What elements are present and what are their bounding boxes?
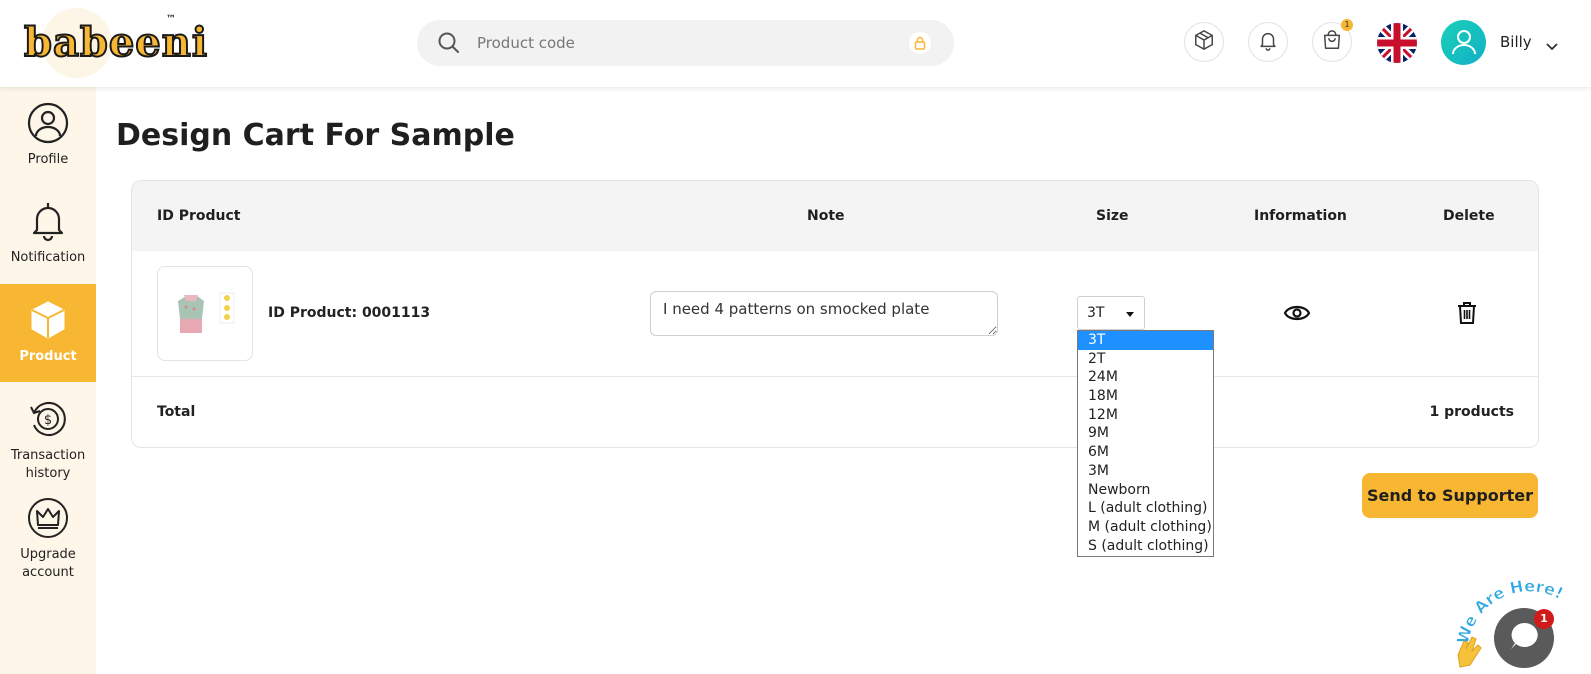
column-header-id-product: ID Product [157, 208, 241, 224]
sidebar-item-product[interactable]: Product [0, 284, 96, 382]
sidebar-item-label: Upgrade account [20, 547, 76, 580]
size-option[interactable]: Newborn [1078, 481, 1213, 500]
size-option[interactable]: L (adult clothing) [1078, 499, 1213, 518]
size-option[interactable]: S (adult clothing) [1078, 537, 1213, 556]
top-header: babeeni ™ 1 [0, 0, 1591, 87]
sidebar-item-profile[interactable]: Profile [0, 87, 96, 185]
size-option[interactable]: M (adult clothing) [1078, 518, 1213, 537]
user-icon [1449, 26, 1479, 60]
column-header-information: Information [1254, 208, 1347, 224]
sidebar: Profile Notification Product $ Transacti… [0, 87, 96, 674]
package-icon [1193, 29, 1215, 55]
total-label: Total [157, 404, 196, 420]
cart-count-badge: 1 [1341, 19, 1353, 31]
crown-icon [26, 496, 70, 540]
sidebar-item-upgrade-account[interactable]: Upgrade account [0, 482, 96, 580]
sidebar-item-label: Transaction history [10, 448, 86, 481]
eye-icon[interactable] [1283, 302, 1311, 324]
bell-icon [1257, 29, 1279, 55]
cart-table: ID Product Note Size Information Delete … [131, 180, 1539, 448]
brand-logo[interactable]: babeeni ™ [14, 8, 208, 78]
column-header-note: Note [807, 208, 845, 224]
chat-widget[interactable]: We Are Here! 1 [1450, 575, 1591, 674]
size-option[interactable]: 9M [1078, 424, 1213, 443]
chat-unread-badge: 1 [1534, 609, 1554, 629]
column-header-size: Size [1096, 208, 1129, 224]
cart-button[interactable]: 1 [1312, 19, 1353, 62]
user-name[interactable]: Billy [1500, 33, 1532, 51]
logo-trademark: ™ [166, 14, 176, 25]
size-dropdown-list: 3T 2T 24M 18M 12M 9M 6M 3M Newborn L (ad… [1077, 330, 1214, 557]
sidebar-item-label: Product [19, 349, 77, 364]
total-count: 1 products [1429, 404, 1514, 420]
sidebar-item-notification[interactable]: Notification [0, 185, 96, 283]
size-option[interactable]: 3T [1078, 331, 1213, 350]
table-header: ID Product Note Size Information Delete [132, 181, 1538, 251]
note-field[interactable] [650, 291, 998, 336]
size-selected-value: 3T [1087, 305, 1105, 321]
size-option[interactable]: 6M [1078, 443, 1213, 462]
avatar[interactable] [1441, 20, 1486, 65]
search-icon[interactable] [437, 31, 461, 55]
chevron-down-icon[interactable] [1545, 37, 1559, 51]
sidebar-item-transaction-history[interactable]: $ Transaction history [0, 383, 96, 481]
shopping-bag-icon [1321, 29, 1343, 55]
trash-icon[interactable] [1456, 301, 1478, 325]
size-option[interactable]: 24M [1078, 368, 1213, 387]
user-circle-icon [26, 101, 70, 145]
uk-flag-icon[interactable] [1377, 23, 1417, 63]
sidebar-item-label: Notification [10, 250, 86, 265]
bell-icon [26, 199, 70, 243]
box-icon [26, 298, 70, 342]
product-thumbnail[interactable] [157, 266, 253, 361]
caret-down-icon [1126, 312, 1134, 317]
package-button[interactable] [1184, 22, 1224, 62]
search-bar [417, 20, 954, 66]
product-id: ID Product: 0001113 [268, 305, 431, 321]
dollar-history-icon: $ [26, 397, 70, 441]
send-to-supporter-button[interactable]: Send to Supporter [1362, 473, 1538, 518]
search-input[interactable] [477, 20, 897, 66]
size-select[interactable]: 3T [1077, 296, 1145, 330]
size-option[interactable]: 2T [1078, 350, 1213, 369]
notification-button[interactable] [1248, 22, 1288, 62]
size-option[interactable]: 3M [1078, 462, 1213, 481]
lock-icon[interactable] [909, 32, 931, 54]
sidebar-item-label: Profile [27, 152, 69, 167]
column-header-delete: Delete [1443, 208, 1495, 224]
page-title: Design Cart For Sample [116, 118, 515, 153]
logo-text: babeeni [23, 19, 209, 67]
size-option[interactable]: 12M [1078, 406, 1213, 425]
size-option[interactable]: 18M [1078, 387, 1213, 406]
table-row: ID Product: 0001113 3T [132, 251, 1538, 377]
svg-text:$: $ [44, 413, 52, 428]
